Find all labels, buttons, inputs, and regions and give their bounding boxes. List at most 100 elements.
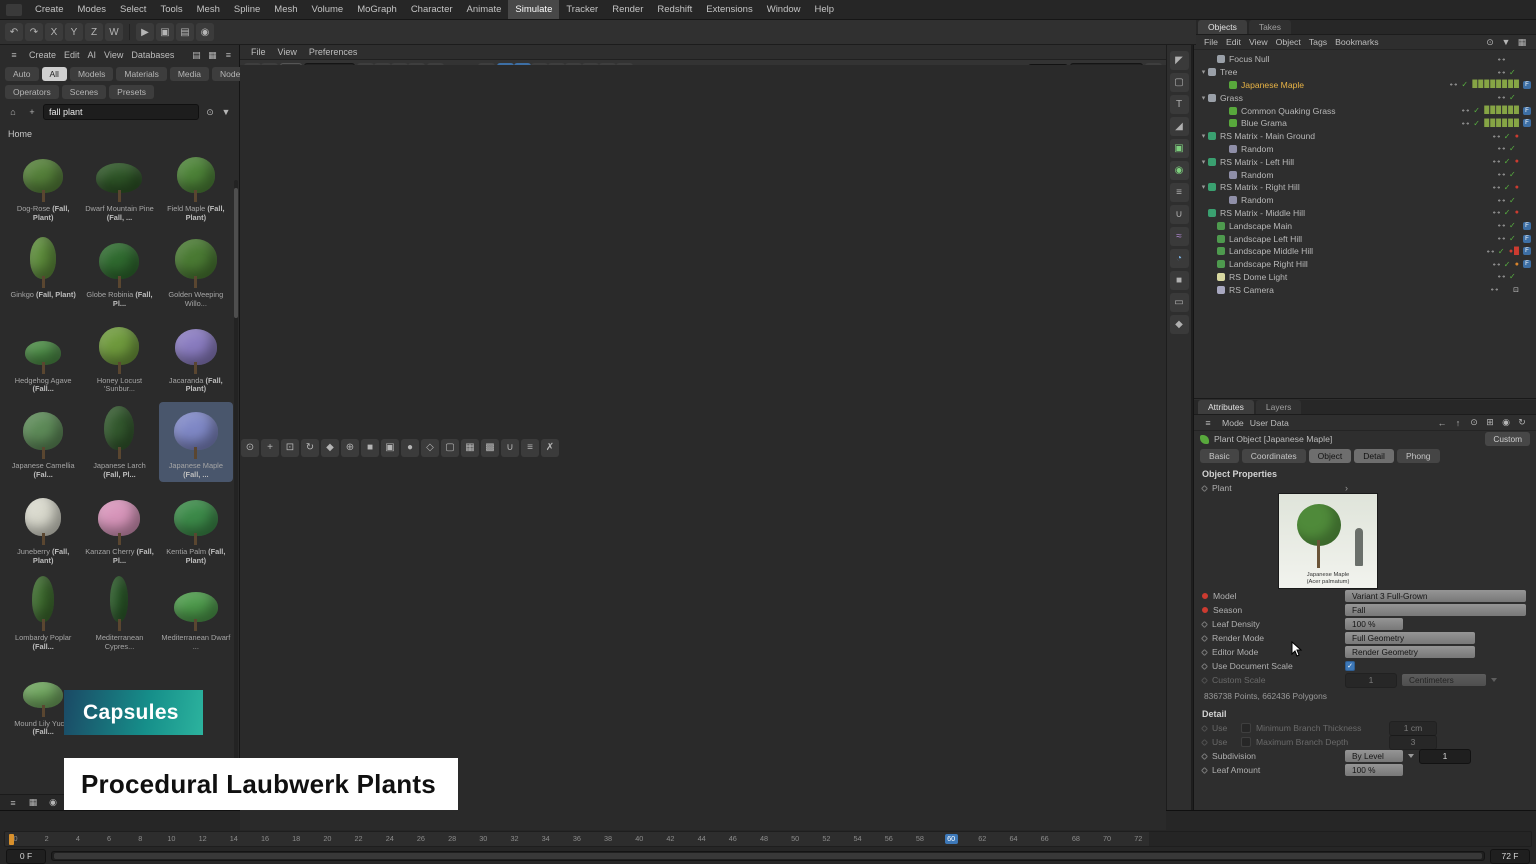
render-view-menu-item[interactable]: Preferences bbox=[304, 47, 363, 57]
expand-toggle-icon[interactable]: ▾ bbox=[1199, 158, 1208, 166]
object-label[interactable]: RS Matrix - Main Ground bbox=[1220, 131, 1315, 141]
frame-number[interactable]: 22 bbox=[352, 834, 365, 844]
snap-toggle-icon[interactable]: ∪ bbox=[501, 439, 519, 457]
display-tag-icon[interactable] bbox=[1523, 196, 1531, 204]
thumb-view-icon[interactable]: ▦ bbox=[26, 796, 40, 810]
plant-expander[interactable]: › bbox=[1345, 483, 1348, 493]
menu-item[interactable]: Mesh bbox=[190, 0, 227, 19]
enable-check-icon[interactable]: ✓ bbox=[1498, 247, 1506, 256]
axis-edit-icon[interactable]: ✗ bbox=[541, 439, 559, 457]
frame-number[interactable]: 64 bbox=[1007, 834, 1020, 844]
attr-menu-icon[interactable]: ≡ bbox=[1201, 416, 1215, 430]
frame-number[interactable]: 4 bbox=[71, 834, 84, 844]
object-label[interactable]: Random bbox=[1241, 170, 1273, 180]
asset-search-input[interactable] bbox=[43, 104, 199, 120]
object-label[interactable]: RS Dome Light bbox=[1229, 272, 1287, 282]
frame-number[interactable]: 18 bbox=[290, 834, 303, 844]
visibility-dots[interactable] bbox=[1497, 275, 1506, 278]
asset-item[interactable]: Mediterranean Cypres... bbox=[82, 574, 156, 654]
object-row[interactable]: Random ✓ bbox=[1194, 194, 1536, 207]
region-tool-icon[interactable]: ▢ bbox=[1170, 73, 1189, 92]
display-tag-icon[interactable]: F bbox=[1523, 235, 1531, 243]
asset-item[interactable]: Field Maple (Fall, Plant) bbox=[159, 145, 233, 225]
asset-item[interactable]: Globe Robinia (Fall, Pl... bbox=[82, 231, 156, 311]
search-icon[interactable]: ⊙ bbox=[203, 105, 217, 119]
asset-item[interactable]: Dwarf Mountain Pine (Fall, ... bbox=[82, 145, 156, 225]
object-label[interactable]: Random bbox=[1241, 144, 1273, 154]
panel-icon[interactable]: ⊞ bbox=[1483, 416, 1497, 430]
menu-item[interactable]: Tools bbox=[153, 0, 189, 19]
frame-number[interactable]: 58 bbox=[913, 834, 926, 844]
display-tag-icon[interactable]: F bbox=[1523, 247, 1531, 255]
object-row[interactable]: ▾ RS Matrix - Right Hill ✓ ● bbox=[1194, 181, 1536, 194]
asset-item[interactable]: Hedgehog Agave (Fall... bbox=[6, 317, 80, 397]
menu-item[interactable]: Animate bbox=[460, 0, 509, 19]
list-view-icon[interactable]: ≡ bbox=[6, 796, 20, 810]
menu-item[interactable]: Spline bbox=[227, 0, 267, 19]
spline-wave-icon[interactable]: ≈ bbox=[1170, 227, 1189, 246]
frame-number[interactable]: 46 bbox=[726, 834, 739, 844]
asset-item[interactable]: Japanese Larch (Fall, Pl... bbox=[82, 402, 156, 482]
magnet-icon[interactable]: ∪ bbox=[1170, 205, 1189, 224]
objects-menu-item[interactable]: View bbox=[1245, 37, 1272, 47]
more-icon[interactable]: ≡ bbox=[221, 48, 235, 62]
tag-icons[interactable]: ████████ bbox=[1472, 81, 1520, 88]
filter-pill[interactable]: Auto bbox=[5, 67, 39, 81]
app-icon[interactable] bbox=[6, 4, 22, 16]
enable-check-icon[interactable]: ✓ bbox=[1473, 119, 1481, 128]
edges-mode-icon[interactable]: ◇ bbox=[421, 439, 439, 457]
object-row[interactable]: Focus Null bbox=[1194, 53, 1536, 66]
attribute-tab-button[interactable]: Detail bbox=[1354, 449, 1394, 463]
object-label[interactable]: Grass bbox=[1220, 93, 1243, 103]
display-tag-icon[interactable] bbox=[1523, 55, 1531, 63]
filter-pill[interactable]: Models bbox=[70, 67, 113, 81]
visibility-dots[interactable] bbox=[1492, 211, 1501, 214]
use-min-branch-checkbox[interactable] bbox=[1241, 723, 1251, 733]
object-label[interactable]: Blue Grama bbox=[1241, 118, 1287, 128]
render-mode-select[interactable]: Full Geometry bbox=[1345, 632, 1475, 644]
render-picture-viewer-icon[interactable]: ▣ bbox=[156, 23, 174, 41]
object-label[interactable]: RS Matrix - Middle Hill bbox=[1220, 208, 1305, 218]
asset-item[interactable]: Dog-Rose (Fall, Plant) bbox=[6, 145, 80, 225]
object-label[interactable]: RS Matrix - Left Hill bbox=[1220, 157, 1294, 167]
frame-number[interactable]: 52 bbox=[820, 834, 833, 844]
objects-menu-item[interactable]: Bookmarks bbox=[1331, 37, 1382, 47]
use-document-scale-checkbox[interactable]: ✓ bbox=[1345, 661, 1355, 671]
visibility-dots[interactable] bbox=[1490, 288, 1499, 291]
points-mode-icon[interactable]: ● bbox=[401, 439, 419, 457]
redo-icon[interactable]: ↷ bbox=[25, 23, 43, 41]
frame-number[interactable]: 24 bbox=[383, 834, 396, 844]
frame-number[interactable]: 14 bbox=[227, 834, 240, 844]
visibility-dots[interactable] bbox=[1497, 224, 1506, 227]
object-row[interactable]: ▾ Grass ✓ bbox=[1194, 91, 1536, 104]
sliders-icon[interactable]: ≡ bbox=[1170, 183, 1189, 202]
visibility-dots[interactable] bbox=[1497, 173, 1506, 176]
back-icon[interactable]: ← bbox=[1435, 416, 1449, 430]
tag-icons[interactable]: ● bbox=[1515, 261, 1520, 268]
frame-number[interactable]: 56 bbox=[882, 834, 895, 844]
expand-toggle-icon[interactable]: ▾ bbox=[1199, 132, 1208, 140]
custom-scale-field[interactable]: 1 bbox=[1345, 673, 1397, 688]
display-tag-icon[interactable] bbox=[1523, 158, 1531, 166]
add-path-icon[interactable]: + bbox=[25, 105, 39, 119]
menu-item[interactable]: Select bbox=[113, 0, 153, 19]
frame-number[interactable]: 10 bbox=[165, 834, 178, 844]
frame-number[interactable]: 40 bbox=[633, 834, 646, 844]
pencil-icon[interactable]: ◆ bbox=[1170, 315, 1189, 334]
object-mode-icon[interactable]: ▣ bbox=[381, 439, 399, 457]
timeline-ruler[interactable]: 0246810121416182022242628303234363840424… bbox=[4, 831, 1532, 847]
frame-number[interactable]: 30 bbox=[477, 834, 490, 844]
render-view-menu-item[interactable]: View bbox=[273, 47, 302, 57]
attribute-tab-button[interactable]: Phong bbox=[1397, 449, 1440, 463]
refresh-icon[interactable]: ↻ bbox=[1515, 416, 1529, 430]
visibility-dots[interactable] bbox=[1497, 147, 1506, 150]
enable-check-icon[interactable]: ✓ bbox=[1504, 132, 1512, 141]
object-label[interactable]: Landscape Left Hill bbox=[1229, 234, 1302, 244]
visibility-dots[interactable] bbox=[1497, 58, 1506, 61]
scene-nodes-gear-icon[interactable]: ◉ bbox=[1170, 161, 1189, 180]
visibility-dots[interactable] bbox=[1497, 199, 1506, 202]
expand-toggle-icon[interactable]: ▾ bbox=[1199, 68, 1208, 76]
min-branch-field[interactable]: 1 cm bbox=[1389, 721, 1437, 736]
user-data-button[interactable]: User Data bbox=[1250, 418, 1289, 428]
enable-check-icon[interactable]: ✓ bbox=[1509, 170, 1517, 179]
